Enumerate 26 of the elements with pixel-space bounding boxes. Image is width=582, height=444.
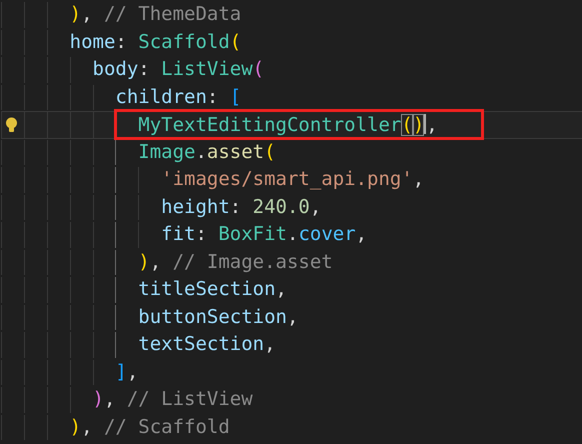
indent-guide [115, 277, 116, 302]
lightbulb-icon[interactable] [5, 117, 18, 133]
indent-guide [115, 332, 116, 358]
indent-guide [115, 222, 116, 248]
code-line: textSection, [138, 335, 276, 354]
code-line: body: ListView( [92, 60, 264, 80]
code-line: fit: BoxFit.cover, [161, 225, 368, 244]
text-cursor [424, 114, 426, 134]
code-line: children: [ [115, 88, 242, 107]
code-line: titleSection, [138, 280, 287, 300]
code-line: ], [115, 362, 138, 382]
code-line: ), // ThemeData [70, 5, 242, 24]
code-line: buttonSection, [138, 308, 298, 327]
code-line: home: Scaffold( [70, 32, 242, 52]
code-line: 'images/smart_api.png', [161, 170, 424, 190]
code-line: MyTextEditingController(), [138, 114, 438, 136]
code-line: height: 240.0, [161, 198, 322, 217]
indent-guide [115, 167, 116, 192]
code-line: ), // Image.asset [138, 252, 333, 272]
code-line: ), // ListView [92, 390, 253, 410]
indent-guide [115, 250, 116, 275]
indent-guide [115, 304, 116, 330]
indent-guide [115, 140, 116, 165]
code-line: ), // Scaffold [70, 418, 230, 437]
code-line: Image.asset( [138, 142, 276, 162]
indent-guide [115, 194, 116, 220]
